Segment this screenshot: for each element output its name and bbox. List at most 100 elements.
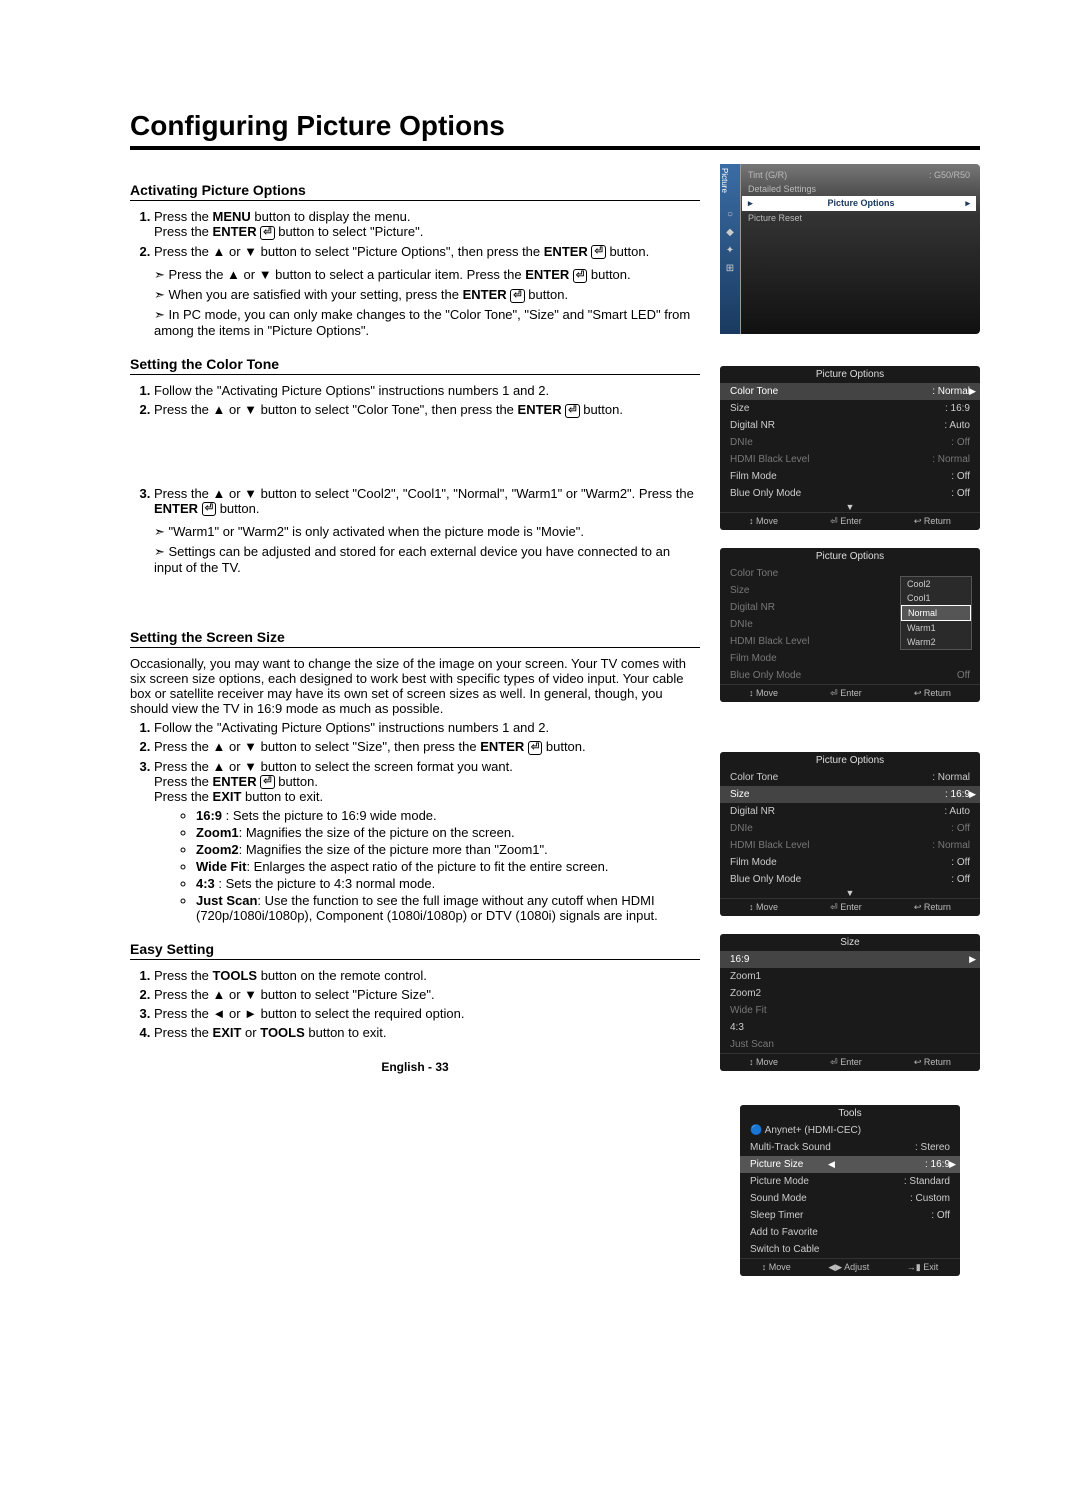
bullet: Zoom1: Magnifies the size of the picture…: [196, 825, 700, 840]
section-head-size: Setting the Screen Size: [130, 629, 700, 648]
desc: : Use the function to see the full image…: [196, 893, 658, 923]
osd-title: Size: [720, 934, 980, 951]
text: Press the: [154, 968, 213, 983]
enter-icon: ⏎: [528, 741, 542, 755]
osd-row: Picture Mode: Standard: [740, 1173, 960, 1190]
label: 4:3: [196, 876, 215, 891]
text: button.: [580, 402, 623, 417]
menu-item: Detailed Settings: [748, 184, 816, 194]
menu-item: Tint (G/R): [748, 170, 787, 180]
note: In PC mode, you can only make changes to…: [154, 307, 700, 338]
osd-row: Multi-Track Sound: Stereo: [740, 1139, 960, 1156]
enter-icon: ⏎: [565, 404, 579, 418]
step: Press the ▲ or ▼ button to select "Color…: [154, 402, 700, 418]
osd-row: Wide Fit: [720, 1002, 980, 1019]
osd-picture-options-3: Picture Options Color Tone: NormalSize: …: [720, 752, 980, 916]
osd-main-menu: Picture ○◆✦⊞ Tint (G/R): G50/R50 Detaile…: [720, 164, 980, 334]
text: button to exit.: [241, 789, 323, 804]
label: Zoom2: [196, 842, 239, 857]
kbd-exit: EXIT: [213, 789, 242, 804]
osd-row: Digital NR: Auto: [720, 803, 980, 820]
osd-picture-options-1: Picture Options Color Tone: NormalSize: …: [720, 366, 980, 530]
text: Press the: [154, 224, 213, 239]
enter-icon: ⏎: [510, 289, 524, 303]
text: button to display the menu.: [251, 209, 411, 224]
osd-row: Digital NR: Auto: [720, 417, 980, 434]
text: Press the: [154, 1025, 213, 1040]
osd-row: Picture Size: 16:9: [740, 1156, 960, 1173]
desc: : Sets the picture to 16:9 wide mode.: [222, 808, 437, 823]
text: Press the ▲ or ▼ button to select "Size"…: [154, 739, 480, 754]
hint: ↕ Move: [749, 688, 778, 699]
note: Press the ▲ or ▼ button to select a part…: [154, 267, 700, 283]
desc: : Magnifies the size of the picture more…: [239, 842, 548, 857]
step: Press the ▲ or ▼ button to select "Cool2…: [154, 486, 700, 517]
osd-popup-colortone: Cool2Cool1NormalWarm1Warm2: [900, 576, 972, 650]
desc: : Sets the picture to 4:3 normal mode.: [215, 876, 435, 891]
text: button to exit.: [305, 1025, 387, 1040]
strip-label: Picture: [720, 164, 729, 193]
osd-row: Switch to Cable: [740, 1241, 960, 1258]
text: button.: [275, 774, 318, 789]
label: Wide Fit: [196, 859, 246, 874]
osd-row: DNIe: Off: [720, 820, 980, 837]
enter-icon: ⏎: [202, 502, 216, 516]
hint: ↕ Move: [749, 902, 778, 913]
desc: : Magnifies the size of the picture on t…: [239, 825, 515, 840]
text: When you are satisfied with your setting…: [169, 287, 463, 302]
section-head-easy: Easy Setting: [130, 941, 700, 960]
osd-row: Film Mode: Off: [720, 468, 980, 485]
osd-row: Blue Only Mode: Off: [720, 871, 980, 888]
kbd-menu: MENU: [213, 209, 251, 224]
osd-title: Picture Options: [720, 752, 980, 769]
text: button to select "Picture".: [275, 224, 424, 239]
text: button.: [525, 287, 568, 302]
popup-item: Normal: [901, 605, 971, 621]
enter-icon: ⏎: [573, 269, 587, 283]
right-column: Picture ○◆✦⊞ Tint (G/R): G50/R50 Detaile…: [720, 164, 980, 1294]
enter-icon: ⏎: [591, 245, 605, 259]
bullet: Just Scan: Use the function to see the f…: [196, 893, 700, 923]
more-indicator: ▼: [720, 888, 980, 898]
menu-item: Picture Reset: [748, 213, 802, 223]
intro-text: Occasionally, you may want to change the…: [130, 656, 700, 716]
text: button on the remote control.: [257, 968, 427, 983]
text: Press the: [154, 209, 213, 224]
text: Press the ▲ or ▼ button to select "Cool2…: [154, 486, 694, 501]
osd-title: Picture Options: [720, 366, 980, 383]
step: Press the ▲ or ▼ button to select the sc…: [154, 759, 700, 924]
osd-row: Zoom2: [720, 985, 980, 1002]
osd-row: Color Tone: Normal: [720, 383, 980, 400]
popup-item: Cool1: [901, 591, 971, 605]
kbd-enter: ENTER: [213, 224, 257, 239]
hint: ↩ Return: [914, 688, 951, 699]
hint: ↩ Return: [914, 516, 951, 527]
title-rule: [130, 146, 980, 150]
kbd-exit: EXIT: [213, 1025, 242, 1040]
hint: →▮ Exit: [907, 1262, 938, 1273]
osd-row: 🔵 Anynet+ (HDMI-CEC): [740, 1122, 960, 1139]
text: button.: [216, 501, 259, 516]
label: Just Scan: [196, 893, 257, 908]
step: Press the ▲ or ▼ button to select "Pictu…: [154, 987, 700, 1002]
hint: ↕ Move: [749, 1057, 778, 1068]
popup-item: Warm1: [901, 621, 971, 635]
text: Press the ▲ or ▼ button to select "Pictu…: [154, 244, 544, 259]
osd-row: Sound Mode: Custom: [740, 1190, 960, 1207]
step: Press the ▲ or ▼ button to select "Pictu…: [154, 244, 700, 260]
section-head-activating: Activating Picture Options: [130, 182, 700, 201]
osd-size: Size 16:9Zoom1Zoom2Wide Fit4:3Just Scan …: [720, 934, 980, 1071]
osd-picture-options-2: Picture Options Color ToneSizeDigital NR…: [720, 548, 980, 702]
menu-item-selected: Picture Options: [827, 198, 894, 209]
osd-row: HDMI Black Level: Normal: [720, 837, 980, 854]
hint: ◀▶ Adjust: [828, 1262, 869, 1273]
hint: ↩ Return: [914, 902, 951, 913]
step: Press the ▲ or ▼ button to select "Size"…: [154, 739, 700, 755]
osd-title: Tools: [740, 1105, 960, 1122]
text: Press the ▲ or ▼ button to select a part…: [169, 267, 526, 282]
osd-row: 4:3: [720, 1019, 980, 1036]
osd-row: Size: 16:9: [720, 786, 980, 803]
bullet: Zoom2: Magnifies the size of the picture…: [196, 842, 700, 857]
osd-row: Zoom1: [720, 968, 980, 985]
kbd-enter: ENTER: [463, 287, 507, 302]
